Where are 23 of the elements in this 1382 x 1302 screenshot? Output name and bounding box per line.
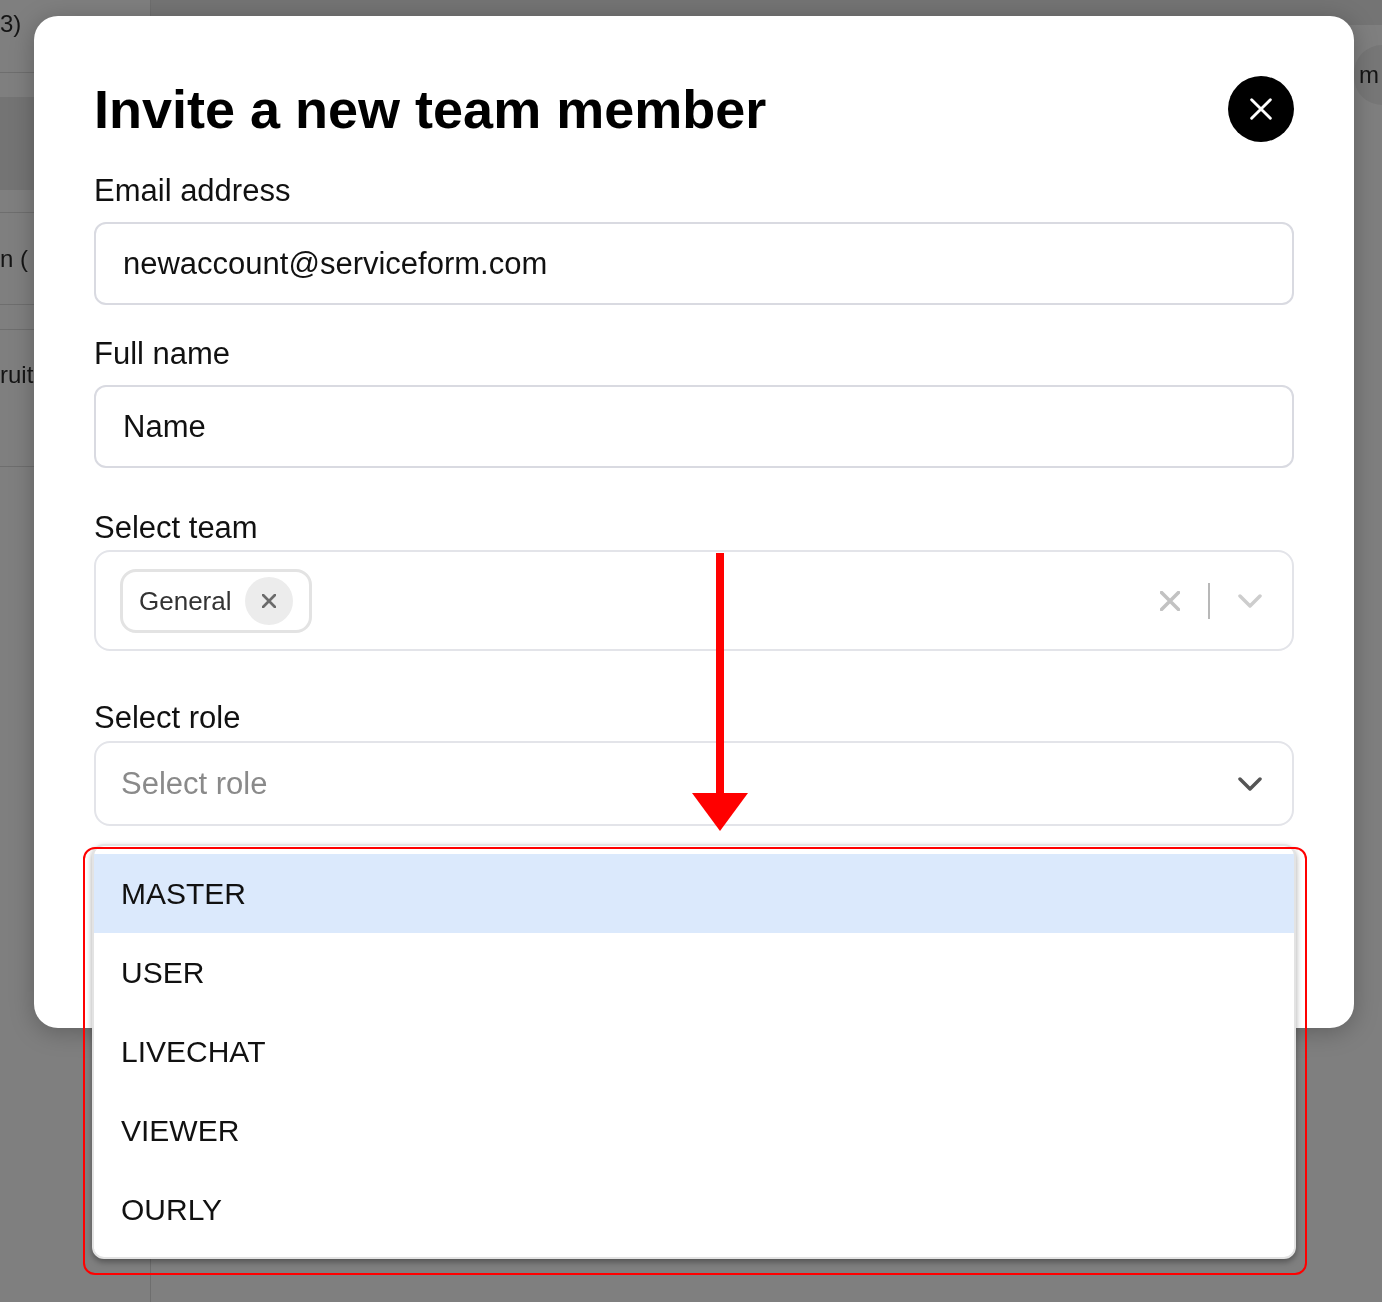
close-icon [1250,98,1272,120]
field-label: Full name [94,337,232,371]
select-placeholder: Select role [121,765,268,802]
field-label: Select team [94,511,259,545]
field-label: Select role [94,701,242,735]
table-cell: ruit [0,361,34,388]
header-button[interactable]: m [1354,45,1382,105]
field-label: Email address [94,174,292,208]
input-field[interactable]: newaccount@serviceform.com [94,222,1294,305]
menu-option[interactable]: MASTER [94,854,1294,933]
close-icon [1160,590,1180,611]
menu-option[interactable]: LIVECHAT [94,1012,1294,1091]
menu-option[interactable]: OURLY [94,1170,1294,1249]
table-cell: n ( [0,243,28,274]
input-field[interactable]: Name [94,385,1294,468]
team-select[interactable]: General [94,550,1294,651]
table-cell: 3) [0,10,22,37]
close-icon [261,593,276,608]
dialog-title: Invite a new team member [94,78,767,141]
tag-label: General [139,585,232,616]
menu-option[interactable]: USER [94,933,1294,1012]
menu-option[interactable]: VIEWER [94,1091,1294,1170]
chevron-down-icon[interactable] [1238,776,1262,791]
